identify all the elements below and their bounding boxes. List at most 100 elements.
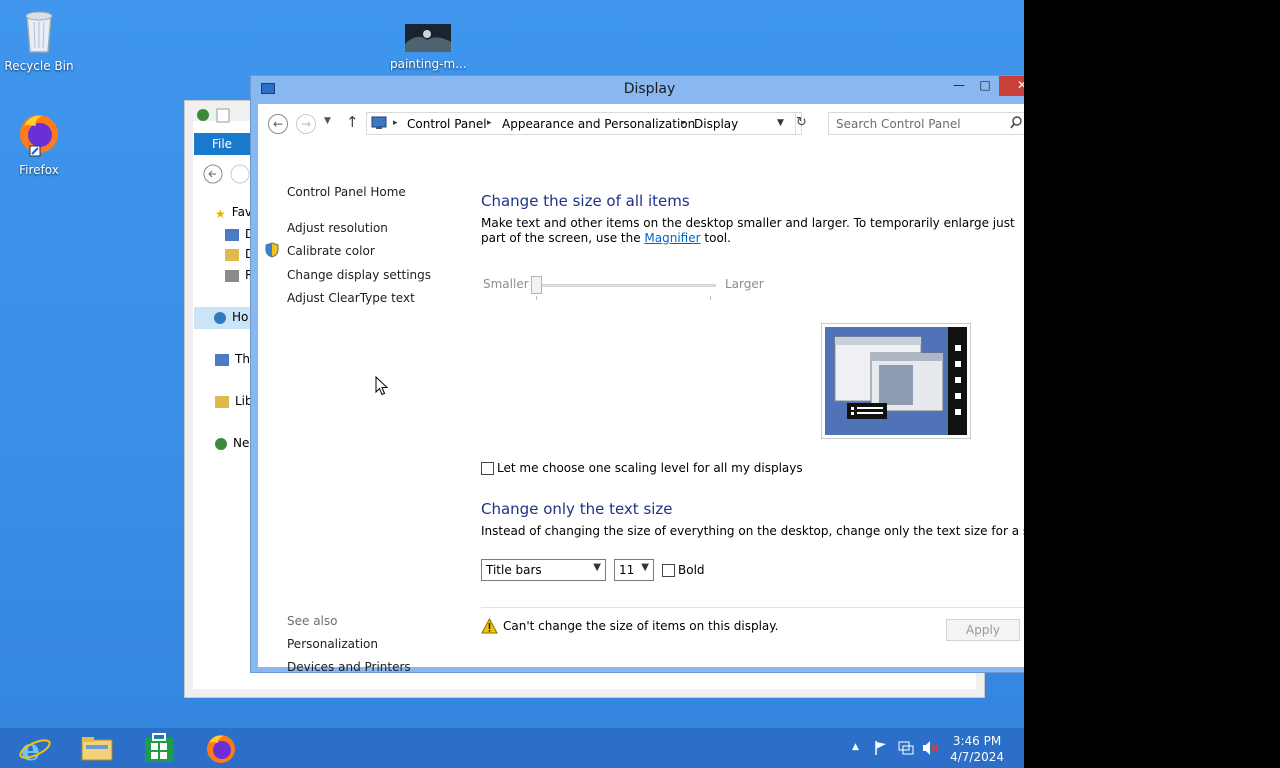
- window-titlebar[interactable]: Display — □ ✕: [251, 76, 1024, 104]
- explorer-forward-button[interactable]: [230, 164, 250, 187]
- divider: [481, 607, 1024, 608]
- desktop-icon-painting[interactable]: painting-m...: [390, 24, 467, 71]
- desktop-icon-label: painting-m...: [390, 57, 467, 71]
- recent-locations-dropdown[interactable]: ▼: [324, 116, 331, 126]
- display-preview-image: [820, 322, 972, 442]
- personalization-link[interactable]: Personalization: [287, 637, 378, 651]
- network-icon: [215, 437, 227, 450]
- slider-tick: [710, 296, 711, 300]
- clock-time: 3:46 PM: [952, 734, 1002, 748]
- explorer-file-tab[interactable]: File: [194, 133, 250, 155]
- magnifier-link[interactable]: Magnifier: [644, 231, 700, 245]
- bold-checkbox[interactable]: [662, 564, 675, 577]
- adjust-resolution-link[interactable]: Adjust resolution: [287, 221, 388, 235]
- taskbar-internet-explorer[interactable]: e: [18, 732, 52, 768]
- size-slider-track[interactable]: [538, 284, 716, 287]
- taskbar-firefox[interactable]: [204, 732, 238, 764]
- action-center-flag-icon[interactable]: [873, 740, 889, 759]
- window-title: Display: [623, 81, 676, 97]
- apply-button[interactable]: Apply: [946, 619, 1020, 641]
- display-window[interactable]: Display — □ ✕ ← → ▼ ↑ ▸ Control Panel ▸ …: [250, 75, 1024, 674]
- minimize-button[interactable]: —: [945, 76, 973, 96]
- explorer-nav-label: Ne: [233, 436, 250, 450]
- forward-button[interactable]: →: [296, 114, 316, 134]
- devices-and-printers-link[interactable]: Devices and Printers: [287, 660, 411, 674]
- breadcrumb-display[interactable]: Display: [694, 117, 738, 131]
- recent-icon: [225, 269, 239, 282]
- calibrate-color-link[interactable]: Calibrate color: [287, 244, 375, 258]
- screen-margin: [1024, 0, 1280, 768]
- explorer-nav-label: Ho: [232, 310, 249, 324]
- font-size-select-value: 11: [619, 563, 635, 577]
- search-input[interactable]: Search Control Panel: [828, 112, 1024, 135]
- computer-icon: [215, 353, 229, 366]
- folder-icon: [225, 248, 239, 261]
- star-icon: ★: [215, 206, 226, 221]
- adjust-cleartype-link[interactable]: Adjust ClearType text: [287, 291, 415, 305]
- size-slider-thumb[interactable]: [531, 276, 542, 294]
- system-clock[interactable]: 3:46 PM 4/7/2024: [950, 733, 1004, 765]
- desktop: Recycle Bin Firefox painting-m... File ★…: [0, 0, 1024, 728]
- chevron-down-icon: ▼: [593, 562, 601, 573]
- search-icon: [1010, 116, 1023, 132]
- volume-muted-icon[interactable]: [921, 740, 939, 759]
- control-panel-home-link[interactable]: Control Panel Home: [287, 185, 406, 199]
- address-box[interactable]: ▸ Control Panel ▸ Appearance and Persona…: [366, 112, 802, 135]
- explorer-nav-libraries[interactable]: Lib: [215, 394, 253, 408]
- maximize-button[interactable]: □: [971, 76, 999, 96]
- explorer-back-button[interactable]: [203, 164, 223, 187]
- recycle-bin-icon: [25, 11, 53, 53]
- scaling-level-label: Let me choose one scaling level for all …: [497, 461, 803, 475]
- chevron-right-icon: ▸: [681, 118, 686, 128]
- desktop-icon-firefox[interactable]: Firefox: [1, 110, 77, 177]
- explorer-nav-this-pc[interactable]: Thi: [215, 352, 253, 366]
- taskbar: e ▲ 3:46 PM 4/7/2024: [0, 728, 1024, 768]
- explorer-nav-homegroup[interactable]: Ho: [194, 307, 254, 329]
- up-button[interactable]: ↑: [346, 113, 359, 131]
- size-description-text: Make text and other items on the desktop…: [481, 216, 1015, 245]
- heading-change-text-size: Change only the text size: [481, 500, 673, 518]
- taskbar-store[interactable]: [142, 732, 176, 764]
- firefox-icon: [20, 115, 58, 157]
- file-explorer-icon: [81, 737, 113, 761]
- heading-change-size: Change the size of all items: [481, 192, 690, 210]
- internet-explorer-icon: e: [19, 733, 51, 768]
- search-placeholder: Search Control Panel: [836, 117, 961, 131]
- control-panel-icon: [371, 116, 387, 133]
- explorer-nav-favorites[interactable]: ★ Fav: [215, 205, 253, 221]
- explorer-quick-access-icon: [195, 107, 231, 126]
- change-display-settings-link[interactable]: Change display settings: [287, 268, 431, 282]
- explorer-nav-network[interactable]: Ne: [215, 436, 249, 450]
- breadcrumb-appearance[interactable]: Appearance and Personalization: [502, 117, 695, 131]
- explorer-nav-label: Fav: [231, 205, 253, 219]
- desktop-icon-label: Recycle Bin: [4, 59, 74, 73]
- back-button[interactable]: ←: [268, 114, 288, 134]
- show-hidden-icons-button[interactable]: ▲: [852, 742, 859, 752]
- scaling-level-checkbox[interactable]: [481, 462, 494, 475]
- warning-text: Can't change the size of items on this d…: [503, 619, 779, 633]
- text-item-select[interactable]: Title bars ▼: [481, 559, 606, 581]
- see-also-label: See also: [287, 614, 338, 628]
- breadcrumb-control-panel[interactable]: Control Panel: [407, 117, 487, 131]
- desktop-icon: [225, 228, 239, 241]
- window-client-area: ← → ▼ ↑ ▸ Control Panel ▸ Appearance and…: [258, 104, 1024, 674]
- taskbar-file-explorer[interactable]: [80, 732, 114, 764]
- text-size-description: Instead of changing the size of everythi…: [481, 524, 1024, 538]
- libraries-icon: [215, 395, 229, 408]
- refresh-button[interactable]: ↻: [796, 115, 807, 130]
- network-icon[interactable]: [897, 740, 915, 759]
- address-bar-row: ← → ▼ ↑ ▸ Control Panel ▸ Appearance and…: [258, 104, 1024, 142]
- close-button[interactable]: ✕: [999, 76, 1024, 96]
- address-dropdown-button[interactable]: ▼: [777, 118, 784, 128]
- mouse-cursor-icon: [375, 376, 388, 396]
- desktop-icon-recycle-bin[interactable]: Recycle Bin: [1, 6, 77, 73]
- clock-date: 4/7/2024: [950, 750, 1004, 764]
- font-size-select[interactable]: 11 ▼: [614, 559, 654, 581]
- size-description: Make text and other items on the desktop…: [481, 216, 1021, 246]
- store-icon: [145, 733, 173, 762]
- image-thumbnail-icon: [405, 24, 451, 52]
- slider-min-label: Smaller: [483, 277, 529, 291]
- desktop-icon-label: Firefox: [19, 163, 59, 177]
- text-item-select-value: Title bars: [486, 563, 542, 577]
- warning-icon: [481, 617, 498, 637]
